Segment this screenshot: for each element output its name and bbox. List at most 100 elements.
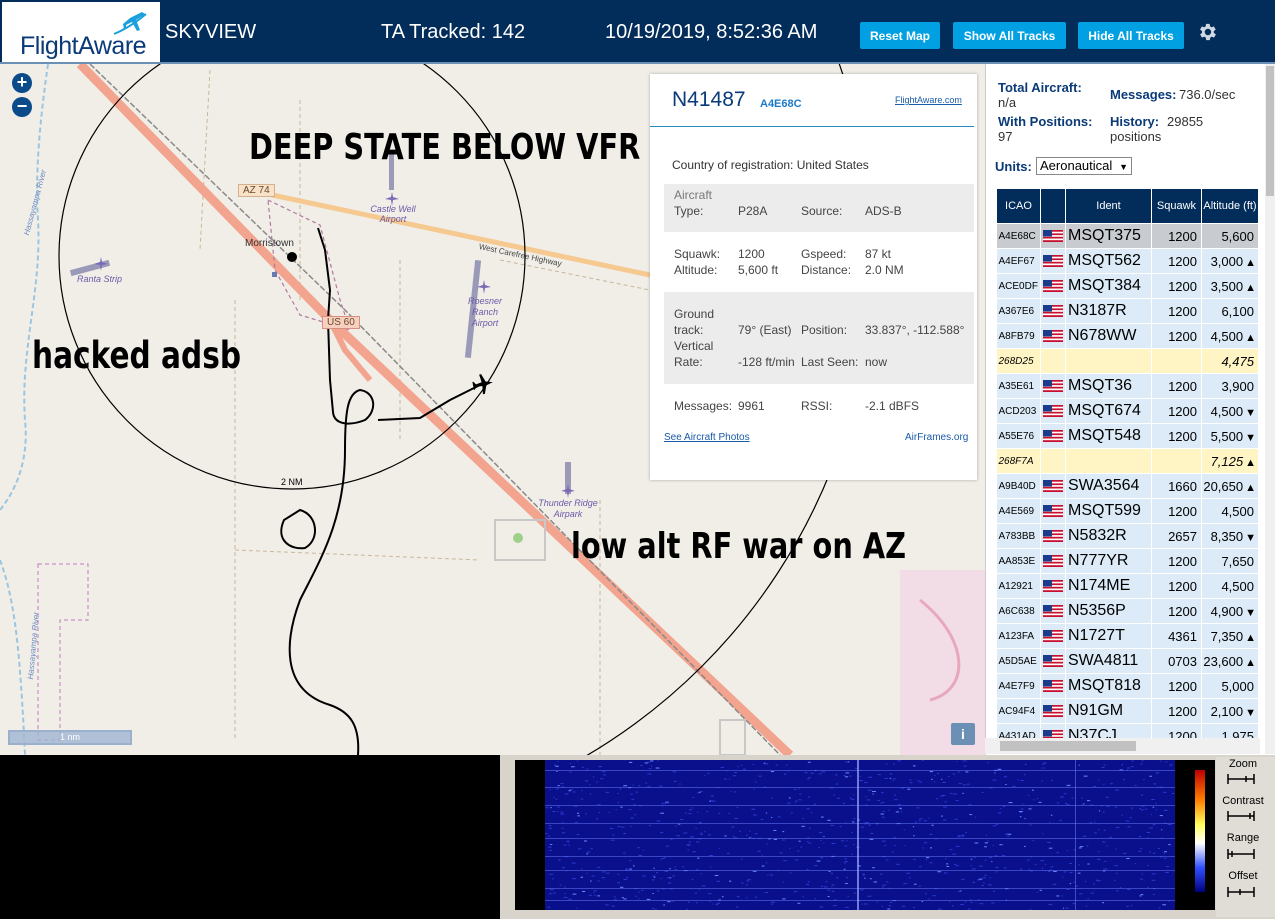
table-row[interactable]: A123FA N1727T 4361 7,350 ▲ xyxy=(996,623,1259,649)
logo-text: FlightAware xyxy=(20,32,147,60)
popup-messages-value: 9961 xyxy=(738,399,765,413)
table-row[interactable]: A5D5AE SWA4811 0703 23,600 ▲ xyxy=(996,648,1259,674)
with-positions-label: With Positions: xyxy=(998,114,1093,129)
table-row[interactable]: A4E569 MSQT599 1200 4,500 xyxy=(996,498,1259,524)
us-flag-icon xyxy=(1043,655,1063,667)
cell-squawk: 1200 xyxy=(1151,423,1202,449)
table-row[interactable]: ACD203 MSQT674 1200 4,500 ▼ xyxy=(996,398,1259,424)
range-ring-label: 2 NM xyxy=(281,477,303,487)
altitude-value: 4,500 xyxy=(1221,578,1254,594)
altitude-value: 3,000 xyxy=(1210,253,1244,269)
cell-icao: A4E569 xyxy=(996,498,1041,524)
table-row[interactable]: AC94F4 N91GM 1200 2,100 ▼ xyxy=(996,698,1259,724)
us-flag-icon xyxy=(1043,380,1063,392)
cell-flag xyxy=(1040,473,1066,499)
flightaware-link[interactable]: FlightAware.com xyxy=(895,95,962,105)
us-flag-icon xyxy=(1043,230,1063,242)
zoom-in-button[interactable]: + xyxy=(12,73,32,93)
cell-altitude: 7,350 ▲ xyxy=(1201,623,1259,649)
table-row[interactable]: A9B40D SWA3564 1660 20,650 ▲ xyxy=(996,473,1259,499)
zoom-slider-icon[interactable] xyxy=(1226,773,1256,785)
table-row[interactable]: 268F7A 7,125 ▲ xyxy=(996,448,1259,474)
table-row[interactable]: A783BB N5832R 2657 8,350 ▼ xyxy=(996,523,1259,549)
cell-squawk: 1200 xyxy=(1151,248,1202,274)
vrate-label-1: Vertical xyxy=(674,339,714,353)
us-flag-icon xyxy=(1043,680,1063,692)
scale-bar: 1 nm xyxy=(8,730,132,745)
us-flag-icon xyxy=(1043,280,1063,292)
altitude-value: 2,100 xyxy=(1210,703,1244,719)
last-seen-value: now xyxy=(865,355,888,369)
table-row[interactable]: A6C638 N5356P 1200 4,900 ▼ xyxy=(996,598,1259,624)
table-row[interactable]: AA853E N777YR 1200 7,650 xyxy=(996,548,1259,574)
cell-altitude: 3,500 ▲ xyxy=(1201,273,1259,299)
panel-horizontal-scroll-thumb[interactable] xyxy=(1000,741,1136,751)
cell-icao: 268D25 xyxy=(996,348,1041,374)
col-ident[interactable]: Ident xyxy=(1065,188,1152,224)
table-row[interactable]: A8FB79 N678WW 1200 4,500 ▲ xyxy=(996,323,1259,349)
cell-altitude: 5,500 ▼ xyxy=(1201,423,1259,449)
table-row[interactable]: A4E7F9 MSQT818 1200 5,000 xyxy=(996,673,1259,699)
cell-squawk: 1200 xyxy=(1151,698,1202,724)
map-info-button[interactable]: i xyxy=(951,723,975,745)
altitude-trend-icon: ▼ xyxy=(1245,706,1256,719)
cell-flag xyxy=(1040,698,1066,724)
popup-track-block: Ground track: 79° (East) Position: 33.83… xyxy=(664,292,974,384)
table-row[interactable]: A4E68C MSQT375 1200 5,600 xyxy=(996,223,1259,249)
zoom-out-button[interactable]: − xyxy=(12,97,32,117)
cell-ident: N777YR xyxy=(1065,548,1152,574)
popup-country: Country of registration: United States xyxy=(672,158,869,172)
units-select[interactable]: Aeronautical xyxy=(1036,157,1132,175)
us-flag-icon xyxy=(1043,630,1063,642)
cell-squawk: 4361 xyxy=(1151,623,1202,649)
table-row[interactable]: A35E61 MSQT36 1200 3,900 xyxy=(996,373,1259,399)
table-row[interactable]: A4EF67 MSQT562 1200 3,000 ▲ xyxy=(996,248,1259,274)
vrate-label-2: Rate: xyxy=(674,355,703,369)
cell-squawk: 1200 xyxy=(1151,498,1202,524)
panel-messages-value: 736.0/sec xyxy=(1179,87,1236,102)
aircraft-info-popup: N41487 A4E68C FlightAware.com Country of… xyxy=(650,74,977,480)
cell-squawk: 1200 xyxy=(1151,273,1202,299)
squawk-value: 1200 xyxy=(738,247,765,261)
cell-altitude: 5,600 xyxy=(1201,223,1259,249)
hide-all-tracks-button[interactable]: Hide All Tracks xyxy=(1078,22,1184,49)
table-row[interactable]: A55E76 MSQT548 1200 5,500 ▼ xyxy=(996,423,1259,449)
us-flag-icon xyxy=(1043,705,1063,717)
col-icao[interactable]: ICAO xyxy=(996,188,1041,224)
airport-ranta-icon xyxy=(94,257,108,271)
altitude-value: 4,475 xyxy=(1221,353,1254,369)
cell-altitude: 20,650 ▲ xyxy=(1201,473,1259,499)
altitude-value: 4,500 xyxy=(1210,403,1244,419)
popup-icao: A4E68C xyxy=(760,98,802,110)
col-squawk[interactable]: Squawk xyxy=(1151,188,1202,224)
offset-slider-icon[interactable] xyxy=(1226,886,1256,898)
us-flag-icon xyxy=(1043,580,1063,592)
cell-flag xyxy=(1040,348,1066,374)
col-altitude[interactable]: Altitude (ft) xyxy=(1201,188,1259,224)
vrate-value: -128 ft/min xyxy=(738,355,795,369)
us-flag-icon xyxy=(1043,555,1063,567)
flightaware-logo[interactable]: FlightAware xyxy=(2,2,160,62)
cell-altitude: 7,650 xyxy=(1201,548,1259,574)
cell-ident: SWA4811 xyxy=(1065,648,1152,674)
gear-icon[interactable] xyxy=(1196,21,1218,43)
label-castle-well: Castle Well Airport xyxy=(370,204,416,224)
contrast-slider-icon[interactable] xyxy=(1226,810,1256,822)
range-slider-icon[interactable] xyxy=(1226,848,1256,860)
airframes-link[interactable]: AirFrames.org xyxy=(905,432,968,443)
aircraft-photos-link[interactable]: See Aircraft Photos xyxy=(664,432,750,443)
col-flag[interactable] xyxy=(1040,188,1066,224)
us-flag-icon xyxy=(1043,505,1063,517)
table-row[interactable]: A12921 N174ME 1200 4,500 xyxy=(996,573,1259,599)
label-roesner: Roesner Ranch Airport xyxy=(467,296,503,328)
reset-map-button[interactable]: Reset Map xyxy=(860,22,940,49)
panel-vertical-scroll-thumb[interactable] xyxy=(1266,66,1274,196)
popup-registration: N41487 xyxy=(672,88,746,111)
show-all-tracks-button[interactable]: Show All Tracks xyxy=(953,22,1066,49)
table-row[interactable]: ACE0DF MSQT384 1200 3,500 ▲ xyxy=(996,273,1259,299)
us-flag-icon xyxy=(1043,430,1063,442)
table-row[interactable]: A367E6 N3187R 1200 6,100 xyxy=(996,298,1259,324)
cell-squawk xyxy=(1151,448,1202,474)
cell-icao: ACE0DF xyxy=(996,273,1041,299)
table-row[interactable]: 268D25 4,475 xyxy=(996,348,1259,374)
